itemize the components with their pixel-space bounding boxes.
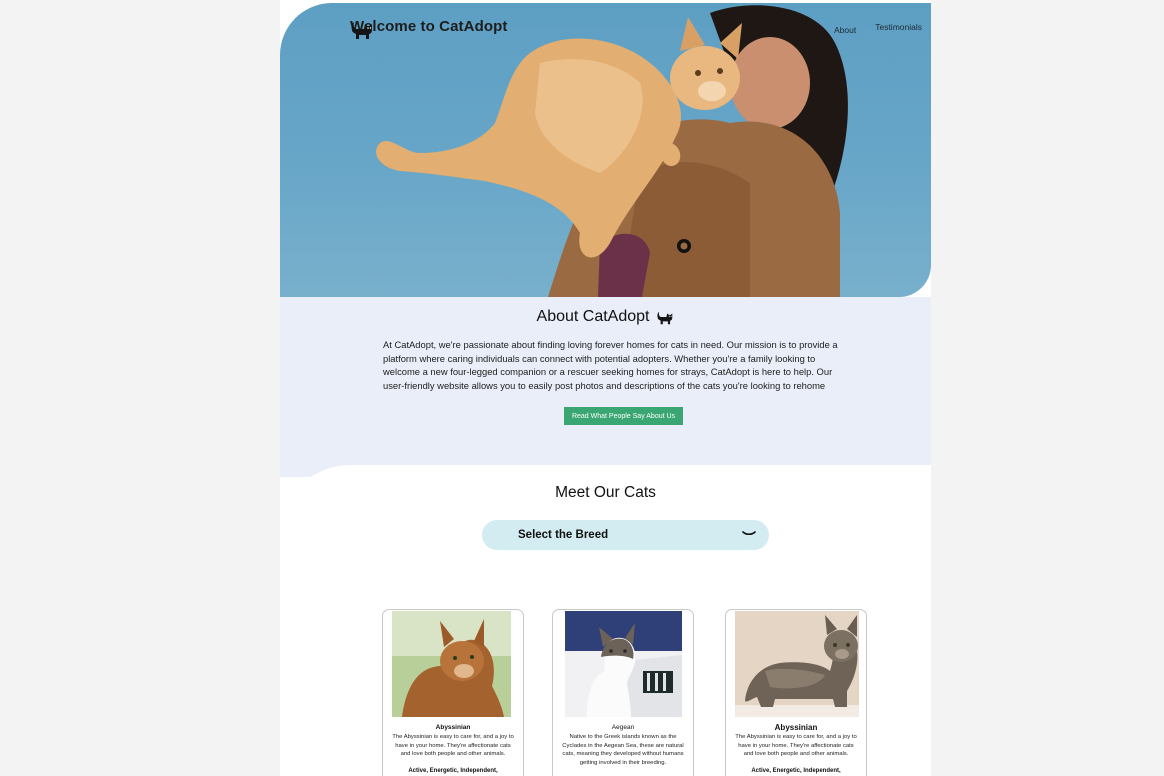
cat-photo	[392, 611, 511, 717]
cat-traits: Active, Energetic, Independent,	[751, 768, 841, 774]
nav-link-about[interactable]: About	[834, 25, 856, 35]
cat-description: The Abyssinian is easy to care for, and …	[392, 734, 514, 758]
hero-banner: Welcome to CatAdopt About Testimonials	[280, 3, 931, 297]
cat-traits: Active, Energetic, Independent,	[408, 768, 498, 774]
read-testimonials-button[interactable]: Read What People Say About Us	[564, 407, 683, 425]
breed-select[interactable]: Select the Breed	[482, 520, 769, 550]
chevron-down-icon	[742, 531, 756, 536]
top-nav: About Testimonials	[834, 22, 922, 35]
about-heading: About CatAdopt	[280, 308, 931, 326]
about-description: At CatAdopt, we're passionate about find…	[383, 339, 838, 391]
cat-description: Native to the Greek islands known as the…	[562, 734, 684, 766]
about-section: About CatAdopt At CatAdopt, we're passio…	[280, 297, 931, 477]
page: Welcome to CatAdopt About Testimonials A…	[280, 0, 931, 776]
brand-logo[interactable]: Welcome to CatAdopt	[350, 18, 507, 39]
cat-photo	[735, 611, 859, 717]
about-title: About CatAdopt	[536, 308, 650, 325]
cat-silhouette-icon	[657, 311, 673, 325]
meet-section: Meet Our Cats Select the Breed Abyssinia…	[280, 465, 931, 776]
github-icon[interactable]	[677, 239, 691, 253]
nav-link-testimonials[interactable]: Testimonials	[875, 22, 922, 35]
breed-select-label: Select the Breed	[518, 529, 609, 541]
hero-photo	[376, 5, 848, 297]
cat-photo	[565, 611, 682, 717]
cat-card[interactable]: Abyssinian The Abyssinian is easy to car…	[382, 609, 524, 776]
meet-title: Meet Our Cats	[555, 484, 656, 501]
cat-name: Aegean	[611, 724, 635, 731]
cat-card[interactable]: Abyssinian The Abyssinian is easy to car…	[725, 609, 867, 776]
cat-name: Abyssinian	[774, 723, 818, 732]
cat-description: The Abyssinian is easy to care for, and …	[735, 734, 857, 758]
cat-name: Abyssinian	[435, 724, 471, 731]
cat-silhouette-icon	[351, 22, 372, 39]
cat-card[interactable]: Aegean Native to the Greek islands known…	[552, 609, 694, 776]
